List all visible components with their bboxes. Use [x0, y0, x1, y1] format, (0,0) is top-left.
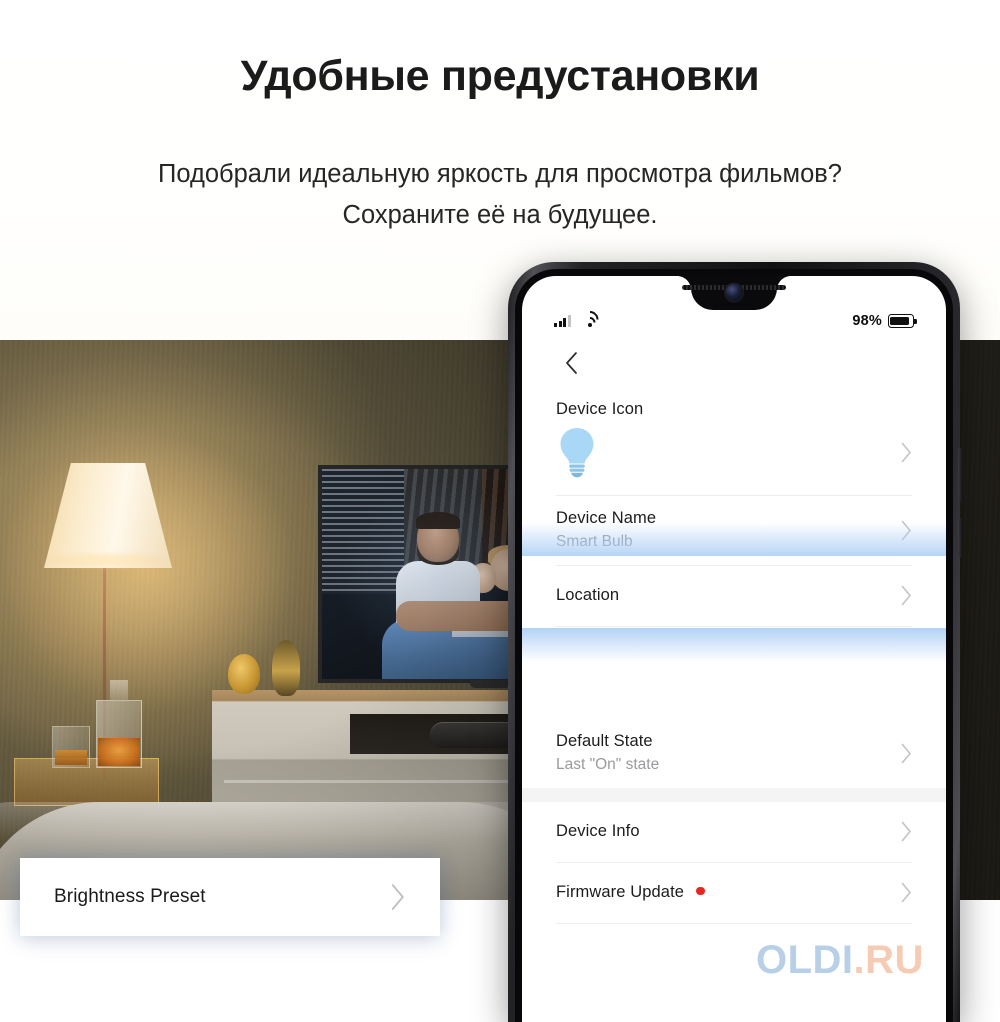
- highlighted-brightness-preset-row[interactable]: Brightness Preset: [20, 858, 440, 936]
- highlight-row-slot: [522, 627, 946, 719]
- wifi-icon: [578, 306, 603, 332]
- list-item-value: Smart Bulb: [556, 533, 633, 550]
- page-title: Удобные предустановки: [240, 52, 760, 100]
- battery-icon: [888, 314, 917, 328]
- page-subtitle: Подобрали идеальную яркость для просмотр…: [158, 160, 842, 229]
- status-bar: 98%: [522, 306, 946, 334]
- list-item-label: Default State: [556, 732, 653, 750]
- chevron-right-icon: [901, 585, 912, 606]
- back-button[interactable]: [556, 348, 586, 378]
- list-item-label: Device Icon: [556, 400, 644, 418]
- chevron-right-icon: [901, 520, 912, 541]
- volume-button[interactable]: [958, 448, 962, 502]
- section-divider: [522, 788, 946, 802]
- list-item-label: Device Info: [556, 822, 640, 840]
- list-item-device-icon[interactable]: Device Icon: [522, 386, 946, 496]
- light-bulb-icon: [556, 425, 598, 479]
- list-item-device-info[interactable]: Device Info: [522, 802, 946, 863]
- power-button[interactable]: [958, 518, 962, 558]
- front-camera-icon: [725, 284, 743, 301]
- phone-mockup: 98% Device Icon Device Name Smart Bulb L…: [508, 262, 962, 1022]
- list-item-default-state[interactable]: Default State Last "On" state: [522, 719, 946, 788]
- update-available-badge: [696, 886, 705, 895]
- signal-bars-icon: [554, 315, 571, 327]
- list-item-label: Firmware Update: [556, 883, 685, 901]
- list-item-firmware-update[interactable]: Firmware Update: [522, 863, 946, 924]
- list-item-label: Device Name: [556, 509, 657, 527]
- phone-screen: 98% Device Icon Device Name Smart Bulb L…: [522, 276, 946, 1022]
- list-item-label: Location: [556, 586, 620, 604]
- battery-percent-label: 98%: [852, 313, 882, 329]
- settings-list: Device Icon Device Name Smart Bulb Locat…: [522, 386, 946, 924]
- highlighted-row-label: Brightness Preset: [54, 886, 206, 907]
- chevron-right-icon: [901, 442, 912, 463]
- chevron-right-icon: [901, 821, 912, 842]
- chevron-right-icon: [901, 882, 912, 903]
- list-item-value: Last "On" state: [556, 756, 660, 773]
- app-nav-bar: [522, 342, 946, 386]
- chevron-left-icon: [565, 352, 577, 374]
- status-bar-left: [554, 306, 603, 332]
- chevron-right-icon: [901, 743, 912, 764]
- chevron-right-icon: [390, 883, 406, 911]
- list-item-location[interactable]: Location: [522, 566, 946, 627]
- status-bar-right: 98%: [852, 313, 917, 329]
- list-item-device-name[interactable]: Device Name Smart Bulb: [522, 496, 946, 566]
